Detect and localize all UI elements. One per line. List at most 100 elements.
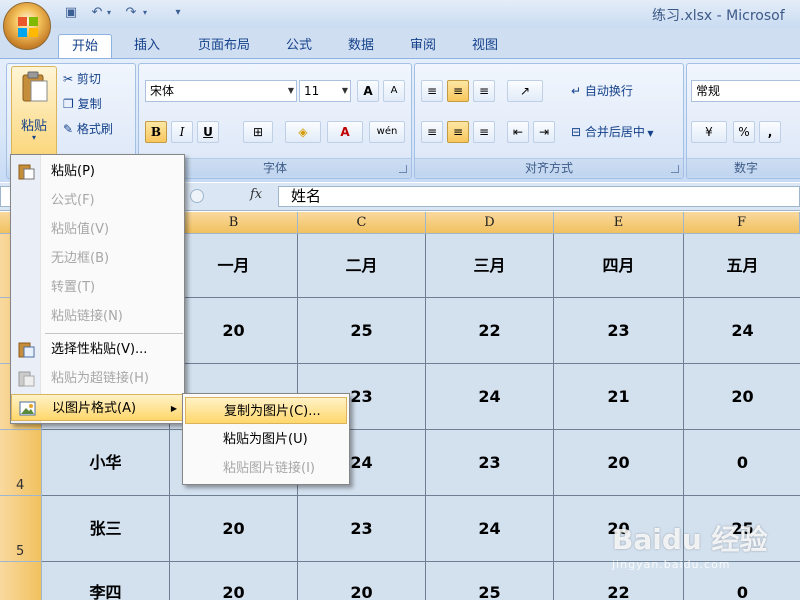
- menu-item-paste-link[interactable]: 粘贴链接(N): [11, 303, 184, 330]
- cell-f-row1[interactable]: 24: [684, 298, 800, 364]
- redo-icon[interactable]: ↷: [122, 4, 140, 22]
- tab-page-layout[interactable]: 页面布局: [186, 34, 262, 58]
- cell-b-row0[interactable]: 一月: [170, 234, 298, 298]
- cell-d-row3[interactable]: 23: [426, 430, 554, 496]
- column-header-b[interactable]: B: [170, 212, 298, 234]
- decrease-indent-button[interactable]: ⇤: [507, 121, 529, 143]
- insert-function-button[interactable]: fx: [250, 187, 262, 202]
- number-format-select[interactable]: 常规: [691, 80, 800, 102]
- brush-icon: ✎: [63, 122, 77, 136]
- row-header[interactable]: 4: [0, 430, 42, 496]
- cell-d-row0[interactable]: 三月: [426, 234, 554, 298]
- align-middle-button[interactable]: ≡: [447, 80, 469, 102]
- cell-a-row4[interactable]: 张三: [42, 496, 170, 562]
- format-painter-label: 格式刷: [76, 122, 113, 136]
- menu-item-transpose[interactable]: 转置(T): [11, 274, 184, 301]
- cell-b-row4[interactable]: 20: [170, 496, 298, 562]
- cell-a-row5[interactable]: 李四: [42, 562, 170, 600]
- align-top-button[interactable]: ≡: [421, 80, 443, 102]
- font-size-select[interactable]: 11 ▼: [299, 80, 351, 102]
- orientation-button[interactable]: ↗: [507, 80, 543, 102]
- office-button[interactable]: [3, 2, 51, 50]
- cell-c-row1[interactable]: 25: [298, 298, 426, 364]
- cell-d-row5[interactable]: 25: [426, 562, 554, 600]
- cell-c-row5[interactable]: 20: [298, 562, 426, 600]
- customize-toolbar-icon[interactable]: ▾: [172, 4, 184, 22]
- comma-button[interactable]: ,: [759, 121, 781, 143]
- grow-font-button[interactable]: A: [357, 80, 379, 102]
- cell-e-row0[interactable]: 四月: [554, 234, 684, 298]
- row-number: 5: [16, 544, 25, 559]
- bold-button[interactable]: B: [145, 121, 167, 143]
- paste-button[interactable]: 粘贴 ▾: [11, 66, 57, 156]
- cell-d-row1[interactable]: 22: [426, 298, 554, 364]
- row-header[interactable]: 5: [0, 496, 42, 562]
- menu-item-paste-values[interactable]: 粘贴值(V): [11, 216, 184, 243]
- alignment-dialog-launcher-icon[interactable]: [671, 165, 679, 173]
- font-dialog-launcher-icon[interactable]: [399, 165, 407, 173]
- column-header-c[interactable]: C: [298, 212, 426, 234]
- align-center-button[interactable]: ≡: [447, 121, 469, 143]
- watermark-url: jingyan.baidu.com: [612, 558, 731, 571]
- increase-indent-button[interactable]: ⇥: [533, 121, 555, 143]
- menu-item-copy-as-picture[interactable]: 复制为图片(C)...: [185, 397, 347, 424]
- cut-label: 剪切: [76, 72, 101, 86]
- menu-item-label: 转置(T): [51, 280, 96, 295]
- menu-item-no-borders[interactable]: 无边框(B): [11, 245, 184, 272]
- align-left-button[interactable]: ≡: [421, 121, 443, 143]
- accounting-format-button[interactable]: ¥: [691, 121, 727, 143]
- column-header-d[interactable]: D: [426, 212, 554, 234]
- tab-home[interactable]: 开始: [58, 34, 112, 58]
- font-color-button[interactable]: A: [327, 121, 363, 143]
- wrap-text-button[interactable]: ↵ 自动换行: [571, 80, 633, 102]
- borders-button[interactable]: ⊞: [243, 121, 273, 143]
- save-icon[interactable]: ▣: [62, 4, 80, 22]
- tab-formulas[interactable]: 公式: [276, 34, 322, 58]
- align-right-button[interactable]: ≡: [473, 121, 495, 143]
- format-painter-button[interactable]: ✎ 格式刷: [63, 118, 113, 140]
- cell-c-row0[interactable]: 二月: [298, 234, 426, 298]
- paint-bucket-icon: ◈: [298, 125, 308, 139]
- row-header[interactable]: [0, 562, 42, 600]
- italic-button[interactable]: I: [171, 121, 193, 143]
- column-header-f[interactable]: F: [684, 212, 800, 234]
- tab-view[interactable]: 视图: [460, 34, 510, 58]
- cell-e-row3[interactable]: 20: [554, 430, 684, 496]
- cell-d-row2[interactable]: 24: [426, 364, 554, 430]
- menu-item-formulas[interactable]: 公式(F): [11, 187, 184, 214]
- tab-data[interactable]: 数据: [336, 34, 386, 58]
- cell-b-row1[interactable]: 20: [170, 298, 298, 364]
- tab-insert[interactable]: 插入: [122, 34, 172, 58]
- font-name-select[interactable]: 宋体 ▼: [145, 80, 297, 102]
- column-header-e[interactable]: E: [554, 212, 684, 234]
- menu-item-as-picture[interactable]: 以图片格式(A) ▶: [11, 394, 184, 421]
- cell-d-row4[interactable]: 24: [426, 496, 554, 562]
- cell-a-row3[interactable]: 小华: [42, 430, 170, 496]
- phonetic-button[interactable]: wén: [369, 121, 405, 143]
- cell-e-row2[interactable]: 21: [554, 364, 684, 430]
- underline-button[interactable]: U: [197, 121, 219, 143]
- cell-f-row0[interactable]: 五月: [684, 234, 800, 298]
- menu-item-paste[interactable]: 粘贴(P): [11, 158, 184, 185]
- tab-review[interactable]: 审阅: [398, 34, 448, 58]
- fill-color-button[interactable]: ◈: [285, 121, 321, 143]
- menu-item-paste-picture-link[interactable]: 粘贴图片链接(I): [185, 455, 347, 482]
- undo-dropdown-icon[interactable]: ▾: [104, 4, 114, 22]
- cell-f-row2[interactable]: 20: [684, 364, 800, 430]
- cell-e-row1[interactable]: 23: [554, 298, 684, 364]
- cut-button[interactable]: ✂ 剪切: [63, 68, 101, 90]
- cell-b-row5[interactable]: 20: [170, 562, 298, 600]
- align-bottom-button[interactable]: ≡: [473, 80, 495, 102]
- redo-dropdown-icon[interactable]: ▾: [140, 4, 150, 22]
- shrink-font-button[interactable]: A: [383, 80, 405, 102]
- formula-bar-toggle-icon[interactable]: [190, 189, 204, 203]
- menu-item-paste-special[interactable]: 选择性粘贴(V)...: [11, 336, 184, 363]
- menu-item-paste-as-picture[interactable]: 粘贴为图片(U): [185, 426, 347, 453]
- merge-center-button[interactable]: ⊟ 合并后居中 ▼: [571, 121, 654, 143]
- cell-c-row4[interactable]: 23: [298, 496, 426, 562]
- formula-input[interactable]: 姓名: [278, 186, 800, 207]
- percent-button[interactable]: %: [733, 121, 755, 143]
- menu-item-paste-hyperlink[interactable]: 粘贴为超链接(H): [11, 365, 184, 392]
- cell-f-row3[interactable]: 0: [684, 430, 800, 496]
- copy-button[interactable]: ❐ 复制: [63, 93, 102, 115]
